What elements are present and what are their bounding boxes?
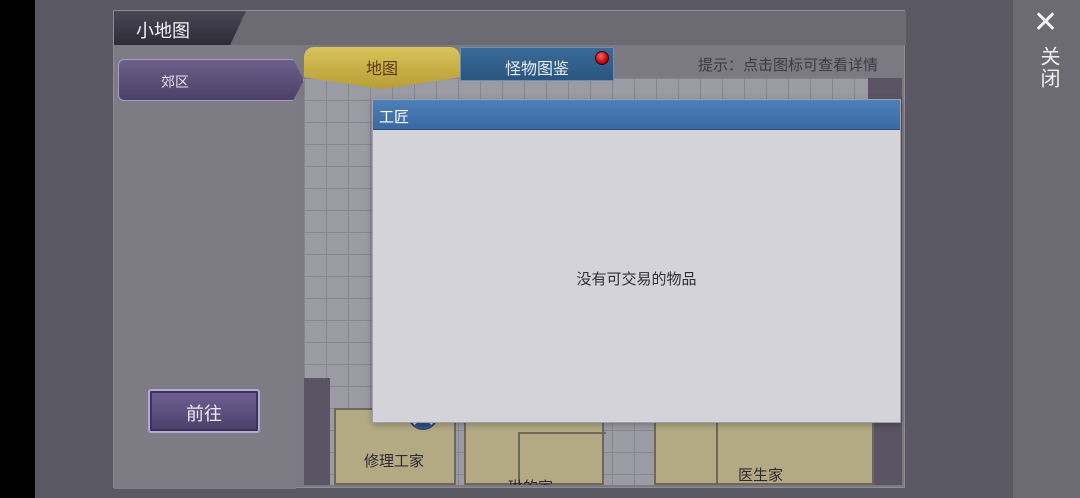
- trade-dialog: 工匠 没有可交易的物品: [372, 99, 901, 423]
- hint-text: 提示：点击图标可查看详情: [698, 56, 879, 74]
- map-label-doctor: 医生家: [738, 466, 784, 484]
- dialog-title: 工匠: [379, 108, 410, 126]
- tab-map-label: 地图: [365, 59, 398, 78]
- map-label-lin-house: 琳的家: [508, 476, 553, 485]
- map-label-repair: 修理工家: [364, 452, 425, 470]
- go-button[interactable]: 前往: [148, 389, 260, 433]
- panel-title: 小地图: [136, 21, 190, 42]
- tab-monster-guide[interactable]: 怪物图鉴: [460, 47, 614, 81]
- dialog-header: 工匠: [373, 100, 900, 130]
- panel-title-bar: 小地图: [114, 11, 906, 45]
- minimap-panel: 小地图 郊区 前往 修理工家 医生家 地图 怪物图鉴 提示：点击图标可查看详情 …: [113, 10, 906, 489]
- go-button-label: 前往: [186, 404, 222, 425]
- close-label[interactable]: 关闭: [1035, 46, 1064, 90]
- close-column[interactable]: ✕ 关闭: [1013, 0, 1080, 498]
- empty-message: 没有可交易的物品: [576, 270, 697, 288]
- map-road: [304, 378, 330, 485]
- game-screen: 小地图 郊区 前往 修理工家 医生家 地图 怪物图鉴 提示：点击图标可查看详情 …: [35, 0, 1080, 498]
- region-tab-suburb[interactable]: 郊区: [118, 59, 304, 101]
- notification-dot-icon: [595, 51, 609, 65]
- region-label: 郊区: [161, 75, 189, 91]
- region-sidebar: 郊区 前往: [114, 45, 304, 489]
- tab-monster-label: 怪物图鉴: [504, 59, 569, 78]
- close-icon[interactable]: ✕: [1033, 8, 1058, 38]
